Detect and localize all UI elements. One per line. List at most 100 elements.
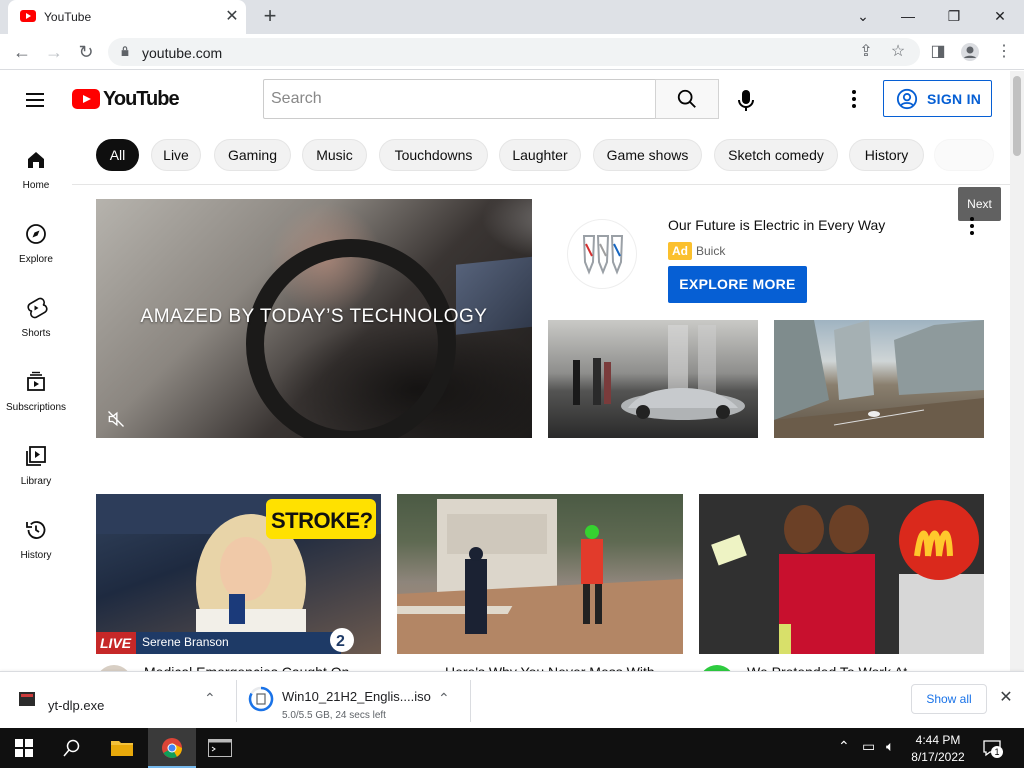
file-explorer-button[interactable] [98,728,146,768]
ad-video-caption: AMAZED BY TODAY’S TECHNOLOGY [140,306,488,327]
ad-title[interactable]: Our Future is Electric in Every Way [668,217,885,233]
youtube-play-icon [72,89,100,109]
ad-thumbnail-car[interactable] [548,320,758,438]
bookmark-star-icon[interactable]: ☆ [884,38,912,66]
scrollbar-thumb[interactable] [1013,76,1021,156]
chip-music[interactable]: Music [302,139,367,171]
chrome-icon [162,738,183,758]
video-thumbnail-2[interactable] [397,494,683,654]
search-input[interactable] [264,80,655,118]
mute-icon[interactable] [106,409,126,429]
ad-video-player[interactable]: AMAZED BY TODAY’S TECHNOLOGY [96,199,532,438]
forward-button[interactable]: → [40,38,68,66]
sidebar-item-home[interactable]: Home [0,148,72,222]
youtube-logo[interactable]: YouTube [72,88,180,110]
sidebar-item-subscriptions[interactable]: Subscriptions [0,370,72,444]
browser-menu-icon[interactable]: ⋮ [990,38,1018,66]
chip-live[interactable]: Live [151,139,201,171]
chip-sketch-comedy[interactable]: Sketch comedy [714,139,838,171]
clock-time[interactable]: 4:44 PM [908,733,968,747]
minimize-button[interactable]: — [888,4,928,28]
downloads-divider [470,680,471,722]
browser-tab[interactable]: YouTube ✕ [8,0,246,34]
voice-search-button[interactable] [729,83,763,117]
sidebar-item-explore[interactable]: Explore [0,222,72,296]
thumbnail-overlay-text: STROKE? [271,508,373,533]
download-filename: yt-dlp.exe [48,698,105,713]
downloads-close-icon[interactable]: ✕ [996,688,1016,708]
download-item[interactable]: yt-dlp.exe ⌃ [0,678,232,724]
lower-third-name: Serene Branson [142,635,229,649]
share-icon[interactable]: ⇪ [852,38,880,66]
steering-wheel [246,239,456,438]
video-thumbnail-3[interactable] [699,494,984,654]
buick-shield-icon [582,235,624,275]
chrome-taskbar-button[interactable] [148,728,196,768]
address-bar[interactable]: youtube.com [108,38,920,66]
restore-button[interactable]: ❐ [934,4,974,28]
sidebar-item-shorts[interactable]: Shorts [0,296,72,370]
ad-thumbnail-city[interactable] [774,320,984,438]
history-icon [26,521,46,539]
show-all-button[interactable]: Show all [911,684,987,714]
hamburger-menu-icon[interactable] [22,87,48,113]
sidebar-item-history[interactable]: History [0,518,72,592]
terminal-icon [208,739,232,757]
sidebar-item-library[interactable]: Library [0,444,72,518]
chip-all[interactable]: All [96,139,139,171]
page-scrollbar[interactable] [1010,71,1024,671]
sidebar-item-label: Library [20,476,52,487]
chevron-up-icon[interactable]: ⌃ [438,690,450,707]
settings-more-icon[interactable] [842,87,866,111]
sidebar-item-label: Subscriptions [5,402,67,413]
video-thumbnail-1[interactable]: STROKE? LIVE Serene Branson 2 [96,494,381,654]
compass-icon [26,224,46,244]
side-panel-icon[interactable]: ◨ [924,38,952,66]
terminal-taskbar-button[interactable] [196,728,244,768]
browser-toolbar: ← → ↻ youtube.com ⇪ ☆ ◨ ⋮ [0,34,1024,70]
shorts-icon [27,297,48,319]
start-button[interactable] [0,728,48,768]
reload-button[interactable]: ↻ [72,38,100,66]
chip-partial[interactable] [934,139,994,171]
explore-more-button[interactable]: EXPLORE MORE [668,266,807,303]
chip-bar: All Live Gaming Music Touchdowns Laughte… [72,127,1010,185]
tab-search-icon[interactable]: ⌄ [843,4,883,28]
chip-gaming[interactable]: Gaming [214,139,291,171]
clock-date[interactable]: 8/17/2022 [908,750,968,764]
download-status: 5.0/5.5 GB, 24 secs left [282,710,386,721]
back-button[interactable]: ← [8,38,36,66]
profile-icon[interactable] [956,38,984,66]
chip-touchdowns[interactable]: Touchdowns [379,139,488,171]
tab-title: YouTube [44,10,92,24]
notification-count-badge: 1 [991,746,1003,758]
download-item[interactable]: Win10_21H2_Englis....iso 5.0/5.5 GB, 24 … [240,678,468,724]
chip-history[interactable]: History [849,139,924,171]
library-icon [26,446,46,466]
chip-laughter[interactable]: Laughter [499,139,581,171]
ad-more-options-icon[interactable] [962,214,982,238]
lock-icon [121,46,129,56]
chevron-up-icon[interactable]: ⌃ [204,690,216,707]
network-icon[interactable]: ▭ [862,738,875,755]
buick-logo[interactable] [568,220,636,288]
subscriptions-icon [27,371,45,391]
sidebar-item-label: Shorts [21,328,51,339]
show-hidden-icons-icon[interactable]: ⌃ [838,738,850,755]
home-icon [28,152,44,168]
search-button[interactable] [655,79,719,119]
new-tab-button[interactable]: + [258,5,282,29]
ad-advertiser: Buick [696,244,726,258]
taskbar-search-button[interactable] [48,728,96,768]
microphone-icon [738,90,754,111]
chip-game-shows[interactable]: Game shows [593,139,702,171]
folder-icon [111,741,133,756]
window-close-button[interactable]: ✕ [980,4,1020,28]
tab-close-icon[interactable]: ✕ [222,7,242,27]
account-icon [896,88,918,110]
sign-in-button[interactable]: SIGN IN [883,80,992,117]
sidebar-item-label: Home [22,180,50,191]
download-filename: Win10_21H2_Englis....iso [282,689,431,704]
volume-icon[interactable]: 🔈︎ [886,738,894,755]
notification-center-button[interactable]: 1 [982,738,1003,758]
